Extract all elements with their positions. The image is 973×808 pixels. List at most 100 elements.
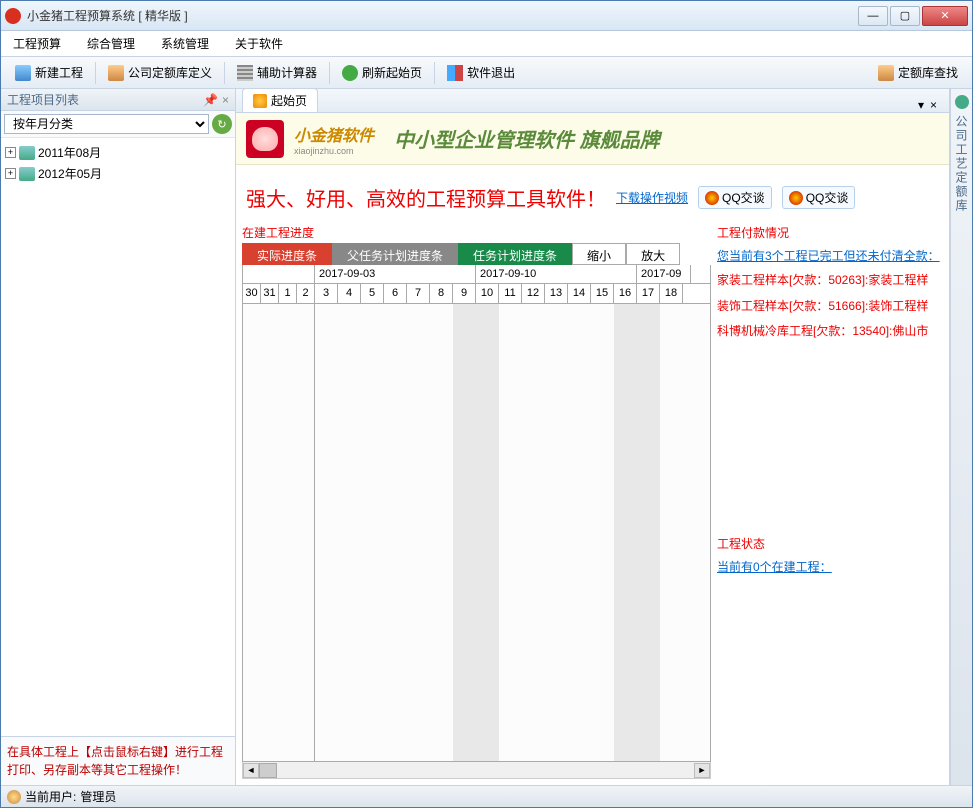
quota-def-button[interactable]: 公司定额库定义 xyxy=(100,61,220,84)
exit-icon xyxy=(447,65,463,81)
quota-def-icon xyxy=(108,65,124,81)
scroll-thumb[interactable] xyxy=(259,763,277,778)
gantt-day-cell: 9 xyxy=(453,284,476,303)
gantt-day-cell: 15 xyxy=(591,284,614,303)
expand-icon[interactable]: + xyxy=(5,147,16,158)
payment-title: 工程付款情况 xyxy=(717,222,943,243)
expand-icon[interactable]: + xyxy=(5,168,16,179)
gantt-day-cell: 10 xyxy=(476,284,499,303)
scroll-left-icon[interactable]: ◄ xyxy=(243,763,259,778)
maximize-button[interactable]: ▢ xyxy=(890,6,920,26)
gantt-day-cell: 30 xyxy=(243,284,261,303)
calculator-icon xyxy=(237,65,253,81)
gantt-day-cell: 2 xyxy=(297,284,314,303)
info-column: 工程付款情况 您当前有3个工程已完工但还未付清全款： 家装工程样本[欠款：502… xyxy=(717,222,943,779)
tree-item[interactable]: + 2011年08月 xyxy=(5,142,231,163)
gantt-day-cell: 8 xyxy=(430,284,453,303)
tree-refresh-button[interactable]: ↻ xyxy=(212,114,232,134)
gantt-week-cell: 2017-09-10 xyxy=(476,265,637,283)
gantt-day-cell: 3 xyxy=(315,284,338,303)
toolbar: 新建工程 公司定额库定义 辅助计算器 刷新起始页 软件退出 定额库查找 xyxy=(1,57,972,89)
gantt-day-cell: 13 xyxy=(545,284,568,303)
gantt-shrink-button[interactable]: 缩小 xyxy=(572,243,626,265)
minimize-button[interactable]: — xyxy=(858,6,888,26)
gantt-day-cell: 5 xyxy=(361,284,384,303)
scroll-right-icon[interactable]: ► xyxy=(694,763,710,778)
payment-line: 家装工程样本[欠款：50263]:家装工程样 xyxy=(717,268,943,294)
gantt-day-cell: 6 xyxy=(384,284,407,303)
gantt-section: 在建工程进度 实际进度条 父任务计划进度条 任务计划进度条 缩小 放大 3031… xyxy=(242,222,711,779)
gantt-tab-actual[interactable]: 实际进度条 xyxy=(242,243,332,265)
project-tree-panel: 工程项目列表 📌 × 按年月分类 ↻ + 2011年08月 + 2012年05月 xyxy=(1,89,236,785)
qq-icon xyxy=(789,191,803,205)
payment-line: 装饰工程样本[欠款：51666]:装饰工程样 xyxy=(717,294,943,320)
gantt-day-cell: 12 xyxy=(522,284,545,303)
filter-select[interactable]: 按年月分类 xyxy=(4,114,209,134)
payment-line: 科博机械冷库工程[欠款：13540]:佛山市 xyxy=(717,319,943,345)
gantt-enlarge-button[interactable]: 放大 xyxy=(626,243,680,265)
exit-button[interactable]: 软件退出 xyxy=(439,61,523,84)
qq-icon xyxy=(705,191,719,205)
gantt-day-cell: 16 xyxy=(614,284,637,303)
qq-chat-button[interactable]: QQ交谈 xyxy=(698,186,772,209)
brand-sub: xiaojinzhu.com xyxy=(294,146,374,156)
home-icon xyxy=(253,94,267,108)
right-sidebar[interactable]: 公司工艺定额库 xyxy=(950,89,972,785)
gantt-scrollbar[interactable]: ◄ ► xyxy=(242,762,711,779)
gantt-body[interactable] xyxy=(242,304,711,762)
panel-close-icon[interactable]: × xyxy=(222,93,229,107)
brand-slogan: 中小型企业管理软件 旗舰品牌 xyxy=(394,124,660,153)
gantt-day-cell: 7 xyxy=(407,284,430,303)
gantt-tab-task[interactable]: 任务计划进度条 xyxy=(458,243,572,265)
sidebar-label: 公司工艺定额库 xyxy=(953,115,970,213)
gantt-day-cell: 1 xyxy=(279,284,297,303)
sidebar-icon xyxy=(955,95,969,109)
gantt-day-cell: 17 xyxy=(637,284,660,303)
tab-home[interactable]: 起始页 xyxy=(242,89,318,112)
refresh-icon xyxy=(342,65,358,81)
current-user: 管理员 xyxy=(80,788,116,805)
app-icon xyxy=(5,8,21,24)
center-panel: 起始页 ▾ × 小金猪软件 xiaojinzhu.com 中小型企业管理软件 旗… xyxy=(236,89,950,785)
tree-hint: 在具体工程上【点击鼠标右键】进行工程打印、另存副本等其它工程操作！ xyxy=(1,736,235,785)
qq-chat-button[interactable]: QQ交谈 xyxy=(782,186,856,209)
headline-text: 强大、好用、高效的工程预算工具软件！ xyxy=(246,183,606,212)
user-label: 当前用户: xyxy=(25,788,76,805)
refresh-home-button[interactable]: 刷新起始页 xyxy=(334,61,430,84)
menu-budget[interactable]: 工程预算 xyxy=(9,33,65,54)
menu-system[interactable]: 系统管理 xyxy=(157,33,213,54)
video-link[interactable]: 下载操作视频 xyxy=(616,189,688,206)
quota-search-button[interactable]: 定额库查找 xyxy=(870,61,966,84)
tab-close-icon[interactable]: × xyxy=(930,98,937,112)
app-window: 小金猪工程预算系统 [ 精华版 ] — ▢ ✕ 工程预算 综合管理 系统管理 关… xyxy=(0,0,973,808)
panel-header: 工程项目列表 📌 × xyxy=(1,89,235,111)
tab-dropdown-icon[interactable]: ▾ xyxy=(918,98,924,112)
gantt-week-cell: 2017-09 xyxy=(637,265,691,283)
titlebar: 小金猪工程预算系统 [ 精华版 ] — ▢ ✕ xyxy=(1,1,972,31)
statusbar: 当前用户: 管理员 xyxy=(1,785,972,807)
project-tree[interactable]: + 2011年08月 + 2012年05月 xyxy=(1,138,235,736)
gantt-header: 303112 2017-09-032017-09-102017-09 34567… xyxy=(242,265,711,304)
gantt-day-cell: 11 xyxy=(499,284,522,303)
menu-about[interactable]: 关于软件 xyxy=(231,33,287,54)
tab-strip: 起始页 ▾ × xyxy=(236,89,949,113)
status-link[interactable]: 当前有0个在建工程： xyxy=(717,554,943,579)
status-title: 工程状态 xyxy=(717,533,943,554)
window-title: 小金猪工程预算系统 [ 精华版 ] xyxy=(27,7,858,24)
payment-summary-link[interactable]: 您当前有3个工程已完工但还未付清全款： xyxy=(717,243,943,268)
gantt-week-cell: 2017-09-03 xyxy=(315,265,476,283)
close-button[interactable]: ✕ xyxy=(922,6,968,26)
gantt-day-cell: 4 xyxy=(338,284,361,303)
calc-button[interactable]: 辅助计算器 xyxy=(229,61,325,84)
tree-item[interactable]: + 2012年05月 xyxy=(5,163,231,184)
banner: 小金猪软件 xiaojinzhu.com 中小型企业管理软件 旗舰品牌 xyxy=(236,113,949,165)
folder-icon xyxy=(19,146,35,160)
menu-manage[interactable]: 综合管理 xyxy=(83,33,139,54)
menubar: 工程预算 综合管理 系统管理 关于软件 xyxy=(1,31,972,57)
search-icon xyxy=(878,65,894,81)
gantt-tab-parent[interactable]: 父任务计划进度条 xyxy=(332,243,458,265)
new-project-button[interactable]: 新建工程 xyxy=(7,61,91,84)
pin-icon[interactable]: 📌 xyxy=(203,93,218,107)
user-icon xyxy=(7,790,21,804)
gantt-title: 在建工程进度 xyxy=(242,222,711,243)
